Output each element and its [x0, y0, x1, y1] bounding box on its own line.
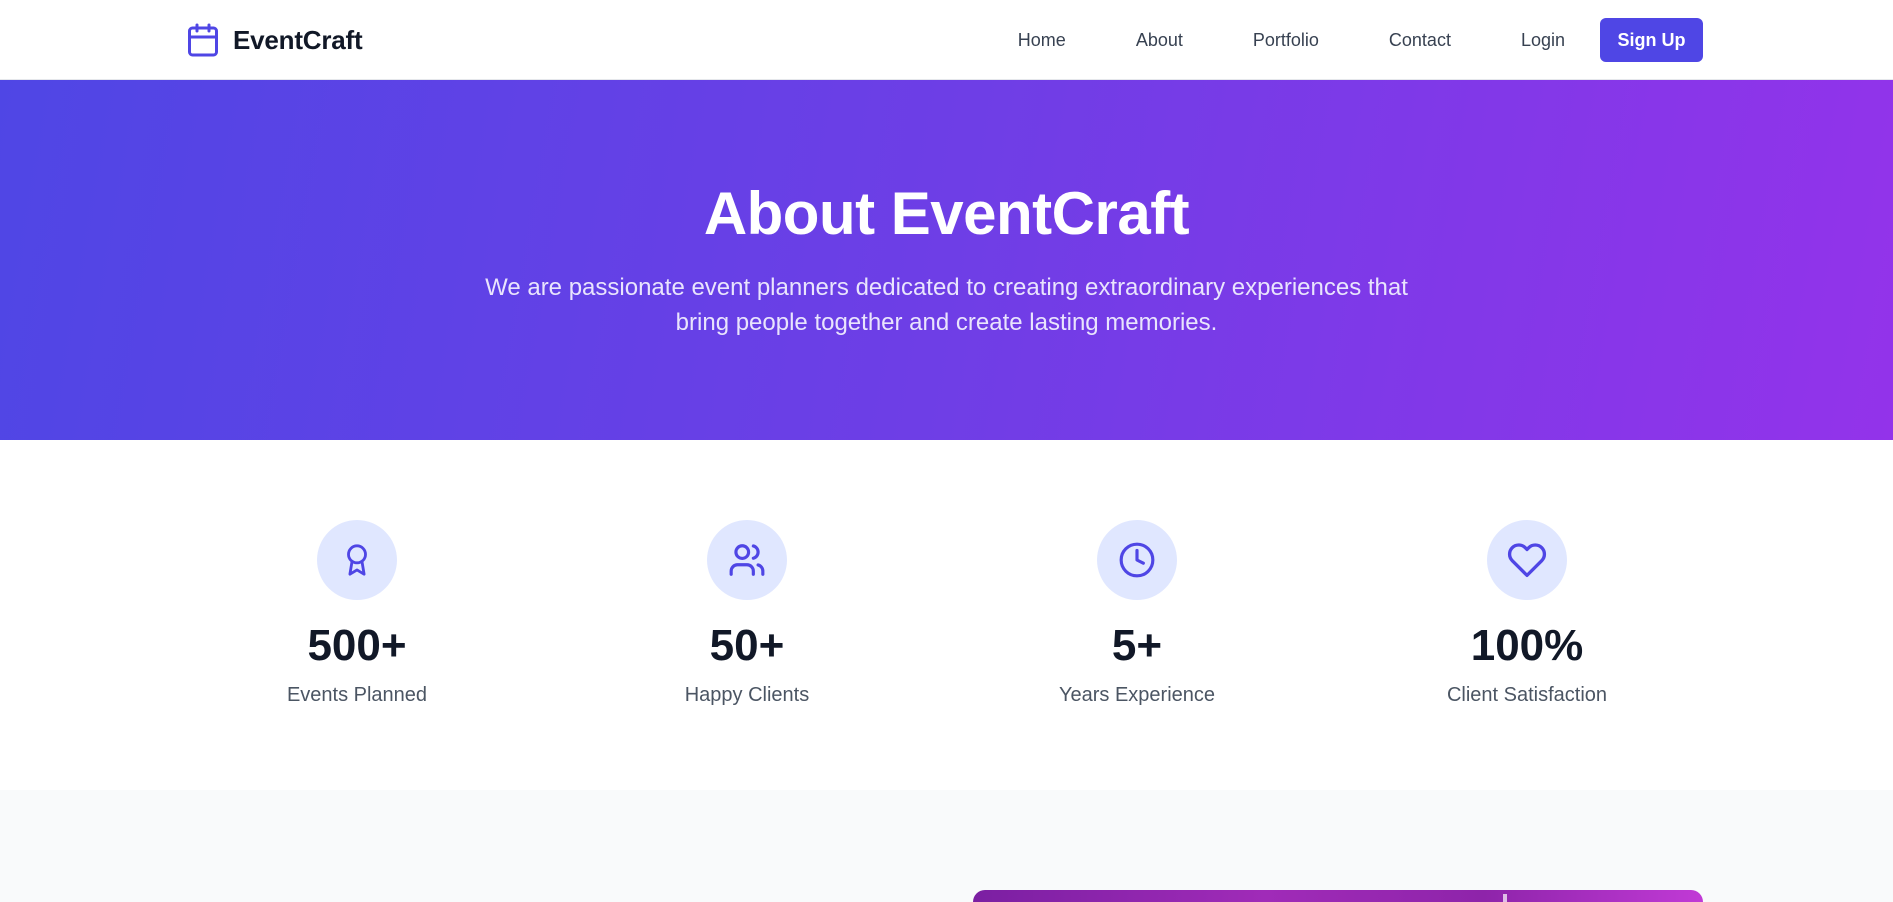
brand-logo[interactable]: EventCraft — [185, 20, 363, 60]
calendar-icon — [185, 20, 221, 60]
stat-client-satisfaction: 100% Client Satisfaction — [1397, 520, 1657, 708]
stats-section: 500+ Events Planned 50+ Happy Clients 5+… — [0, 440, 1893, 790]
page-title: About EventCraft — [703, 180, 1190, 247]
nav-links: Home About Portfolio Contact Login Sign … — [1018, 18, 1703, 62]
users-icon — [707, 520, 787, 600]
stat-value: 100% — [1470, 621, 1584, 670]
hero-subtitle: We are passionate event planners dedicat… — [485, 274, 1408, 336]
nav-link-contact[interactable]: Contact — [1389, 18, 1451, 62]
nav-link-about[interactable]: About — [1136, 18, 1183, 62]
stat-happy-clients: 50+ Happy Clients — [617, 520, 877, 708]
brand-name: EventCraft — [233, 24, 363, 55]
stat-label: Years Experience — [1058, 684, 1216, 706]
heart-icon — [1487, 520, 1567, 600]
stat-events-planned: 500+ Events Planned — [227, 520, 487, 708]
clock-icon — [1097, 520, 1177, 600]
nav-link-portfolio[interactable]: Portfolio — [1253, 18, 1319, 62]
nav-link-home[interactable]: Home — [1018, 18, 1066, 62]
award-icon — [317, 520, 397, 600]
stat-years-experience: 5+ Years Experience — [1007, 520, 1267, 708]
stat-label: Client Satisfaction — [1446, 684, 1608, 706]
signup-button[interactable]: Sign Up — [1600, 18, 1703, 62]
login-link[interactable]: Login — [1521, 18, 1565, 62]
event-photo — [973, 890, 1703, 902]
navbar: EventCraft Home About Portfolio Contact … — [0, 0, 1893, 80]
stat-label: Events Planned — [286, 684, 428, 706]
stat-value: 5+ — [1111, 621, 1163, 670]
stat-label: Happy Clients — [684, 684, 810, 706]
story-section — [0, 790, 1893, 902]
hero-banner: About EventCraft We are passionate event… — [0, 80, 1893, 440]
stat-value: 500+ — [307, 621, 407, 670]
stat-value: 50+ — [709, 621, 785, 670]
